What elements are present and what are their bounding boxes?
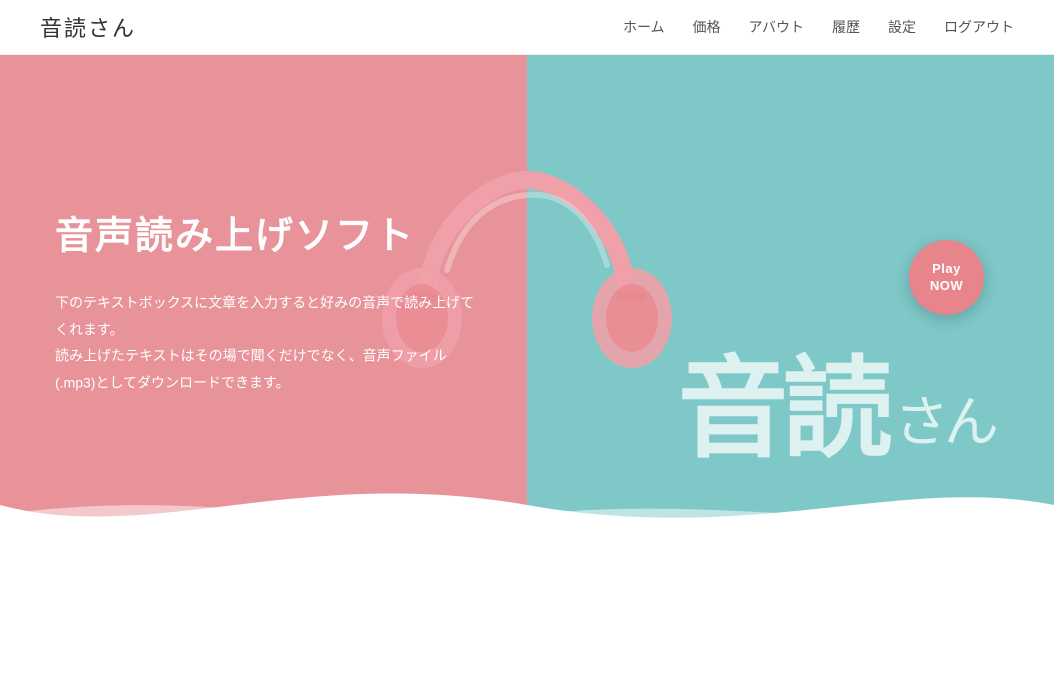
hero-desc-line2: くれます。 <box>55 321 124 337</box>
hero-title: 音声読み上げソフト <box>55 204 474 259</box>
hero-desc-line4: (.mp3)としてダウンロードできます。 <box>55 374 290 390</box>
hero-left-content: 音声読み上げソフト 下のテキストボックスに文章を入力すると好みの音声で読み上げて… <box>55 204 474 395</box>
nav-link-settings[interactable]: 設定 <box>888 19 916 35</box>
play-now-button[interactable]: Play NOW <box>909 240 984 315</box>
nav-links: ホーム 価格 アバウト 履歴 設定 ログアウト <box>623 17 1014 37</box>
nav-link-about[interactable]: アバウト <box>749 19 804 35</box>
hero-watermark-main: 音読 <box>678 355 888 465</box>
hero-desc-line3: 読み上げたテキストはその場で聞くだけでなく、音声ファイル <box>55 348 447 364</box>
nav-item-price[interactable]: 価格 <box>693 17 721 37</box>
nav-item-about[interactable]: アバウト <box>749 17 804 37</box>
hero-section: 音声読み上げソフト 下のテキストボックスに文章を入力すると好みの音声で読み上げて… <box>0 55 1054 545</box>
nav-link-home[interactable]: ホーム <box>623 19 665 35</box>
hero-watermark-sub: さん <box>894 377 994 457</box>
play-now-line2: NOW <box>930 278 963 295</box>
play-now-line1: Play <box>932 261 961 278</box>
navbar: 音読さん ホーム 価格 アバウト 履歴 設定 ログアウト <box>0 0 1054 55</box>
nav-item-logout[interactable]: ログアウト <box>944 17 1014 37</box>
nav-item-home[interactable]: ホーム <box>623 17 665 37</box>
hero-description: 下のテキストボックスに文章を入力すると好みの音声で読み上げて くれます。 読み上… <box>55 289 474 395</box>
hero-desc-line1: 下のテキストボックスに文章を入力すると好みの音声で読み上げて <box>55 294 474 310</box>
brand-logo[interactable]: 音読さん <box>40 11 136 43</box>
nav-item-history[interactable]: 履歴 <box>832 17 860 37</box>
below-hero <box>0 545 1054 680</box>
hero-wave <box>0 465 1054 545</box>
hero-watermark-text: 音読 さん <box>678 355 994 465</box>
nav-link-history[interactable]: 履歴 <box>832 19 860 35</box>
nav-link-price[interactable]: 価格 <box>693 19 721 35</box>
nav-item-settings[interactable]: 設定 <box>888 17 916 37</box>
nav-link-logout[interactable]: ログアウト <box>944 19 1014 35</box>
